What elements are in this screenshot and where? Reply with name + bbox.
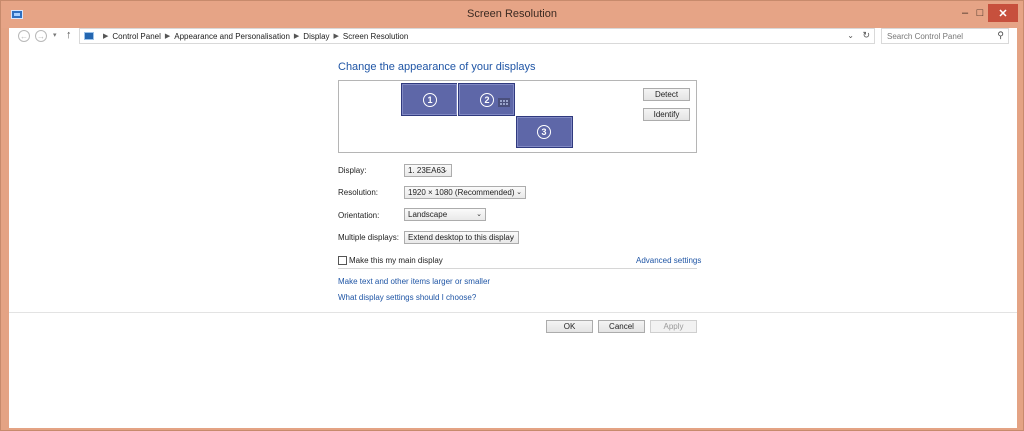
display-select[interactable]: 1. 23EA63 ⌄	[404, 164, 452, 177]
breadcrumb-chevron-icon[interactable]: ▶	[165, 32, 170, 40]
breadcrumb-chevron-icon[interactable]: ▶	[294, 32, 299, 40]
control-panel-icon	[84, 32, 94, 40]
monitor-1[interactable]: 1	[401, 83, 458, 116]
chevron-down-icon: ⌄	[516, 189, 522, 196]
up-arrow-icon[interactable]: ↑	[66, 29, 72, 41]
page-title: Change the appearance of your displays	[338, 61, 536, 73]
footer-divider	[9, 312, 1017, 313]
monitor-number: 3	[537, 125, 551, 139]
orientation-value: Landscape	[408, 210, 448, 219]
cancel-button[interactable]: Cancel	[598, 320, 645, 333]
breadcrumb-screen-resolution[interactable]: Screen Resolution	[343, 32, 408, 41]
search-icon[interactable]: ⚲	[997, 30, 1004, 41]
chevron-down-icon: ⌄	[509, 234, 515, 241]
advanced-settings-link[interactable]: Advanced settings	[636, 256, 701, 265]
text-size-link[interactable]: Make text and other items larger or smal…	[338, 277, 490, 286]
close-button[interactable]: ✕	[988, 4, 1018, 22]
screen-resolution-window: Screen Resolution – □ ✕ ← → ▾ ↑ ▶ Contro…	[0, 0, 1024, 431]
resolution-value: 1920 × 1080 (Recommended)	[408, 188, 515, 197]
monitor-2[interactable]: 2	[458, 83, 515, 116]
multiple-displays-label: Multiple displays:	[338, 233, 399, 242]
breadcrumb-control-panel[interactable]: Control Panel	[112, 32, 160, 41]
navigation-bar: ← → ▾ ↑ ▶ Control Panel ▶ Appearance and…	[9, 28, 1017, 44]
forward-arrow-icon[interactable]: →	[35, 30, 47, 42]
display-value: 1. 23EA63	[408, 166, 446, 175]
breadcrumb-chevron-icon[interactable]: ▶	[103, 32, 108, 40]
divider	[338, 268, 697, 269]
chevron-down-icon: ⌄	[476, 211, 482, 218]
search-placeholder: Search Control Panel	[887, 31, 964, 41]
multiple-displays-select[interactable]: Extend desktop to this display ⌄	[404, 231, 519, 244]
resolution-label: Resolution:	[338, 188, 379, 197]
taskbar-grid-icon	[498, 98, 510, 107]
address-bar[interactable]: ▶ Control Panel ▶ Appearance and Persona…	[79, 28, 875, 44]
display-label: Display:	[338, 166, 367, 175]
orientation-select[interactable]: Landscape ⌄	[404, 208, 486, 221]
monitor-number: 1	[423, 93, 437, 107]
display-help-link[interactable]: What display settings should I choose?	[338, 293, 476, 302]
breadcrumb-chevron-icon[interactable]: ▶	[334, 32, 339, 40]
main-display-checkbox[interactable]	[338, 256, 347, 265]
recent-locations-chevron-icon[interactable]: ▾	[53, 31, 57, 39]
resolution-select[interactable]: 1920 × 1080 (Recommended) ⌄	[404, 186, 526, 199]
window-title: Screen Resolution	[467, 8, 557, 20]
orientation-label: Orientation:	[338, 211, 380, 220]
address-dropdown-icon[interactable]: ⌄	[847, 31, 854, 40]
refresh-icon[interactable]: ↻	[862, 30, 870, 41]
ok-button[interactable]: OK	[546, 320, 593, 333]
breadcrumb-display[interactable]: Display	[303, 32, 329, 41]
apply-button[interactable]: Apply	[650, 320, 697, 333]
title-bar[interactable]: Screen Resolution – □ ✕	[1, 1, 1023, 28]
detect-button[interactable]: Detect	[643, 88, 690, 101]
window-client-area: ← → ▾ ↑ ▶ Control Panel ▶ Appearance and…	[9, 28, 1017, 428]
back-arrow-icon[interactable]: ←	[18, 30, 30, 42]
display-arrangement-panel: 1 2 3 Detect Identify	[338, 80, 697, 153]
search-input[interactable]: Search Control Panel ⚲	[881, 28, 1009, 44]
monitor-3[interactable]: 3	[516, 116, 573, 148]
chevron-down-icon: ⌄	[442, 167, 448, 174]
breadcrumb-appearance[interactable]: Appearance and Personalisation	[174, 32, 290, 41]
monitor-number: 2	[480, 93, 494, 107]
identify-button[interactable]: Identify	[643, 108, 690, 121]
multiple-displays-value: Extend desktop to this display	[408, 233, 514, 242]
main-display-label[interactable]: Make this my main display	[349, 256, 443, 265]
